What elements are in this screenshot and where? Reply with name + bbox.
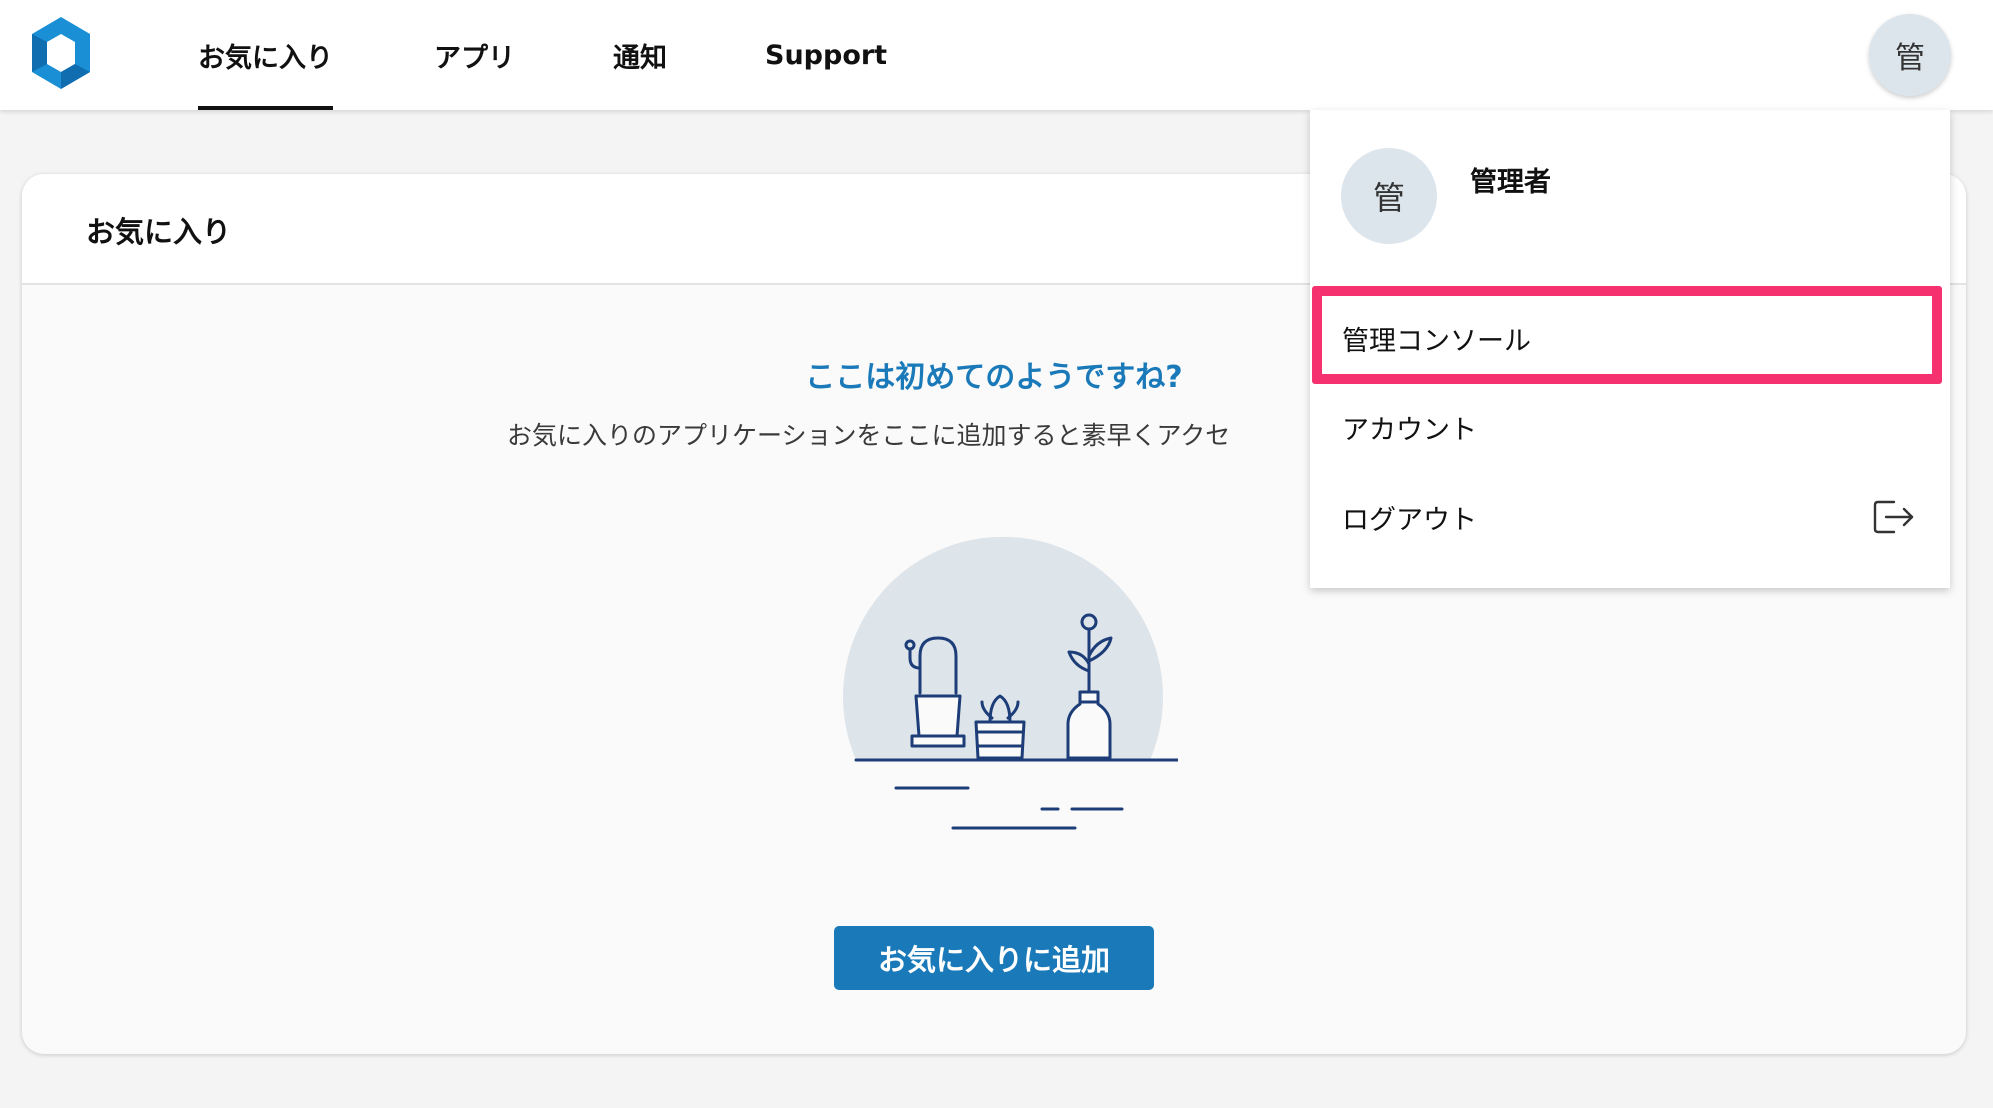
menu-item-logout[interactable]: ログアウト [1310,474,1950,560]
user-avatar-button[interactable]: 管 [1869,14,1951,96]
top-navigation-bar: お気に入り アプリ 通知 Support 管 [0,0,1993,110]
user-dropdown-menu: 管 管理者 管理コンソール アカウント ログアウト [1310,110,1950,588]
app-logo-icon[interactable] [28,15,94,91]
menu-item-admin-console[interactable]: 管理コンソール [1310,295,1950,381]
empty-plants-illustration [843,536,1178,830]
menu-item-account[interactable]: アカウント [1310,384,1950,470]
tab-favorites[interactable]: お気に入り [198,0,333,110]
menu-item-label: ログアウト [1342,504,1477,536]
menu-item-label: アカウント [1342,414,1477,446]
menu-item-label: 管理コンソール [1342,325,1531,357]
dropdown-avatar: 管 [1341,148,1437,244]
tab-support[interactable]: Support [765,0,887,110]
tab-apps[interactable]: アプリ [434,0,515,110]
card-title: お気に入り [86,214,232,249]
add-to-favorites-button[interactable]: お気に入りに追加 [834,926,1154,990]
logout-icon [1873,500,1914,534]
dropdown-user-name: 管理者 [1470,167,1551,198]
tab-notifications[interactable]: 通知 [613,0,667,110]
